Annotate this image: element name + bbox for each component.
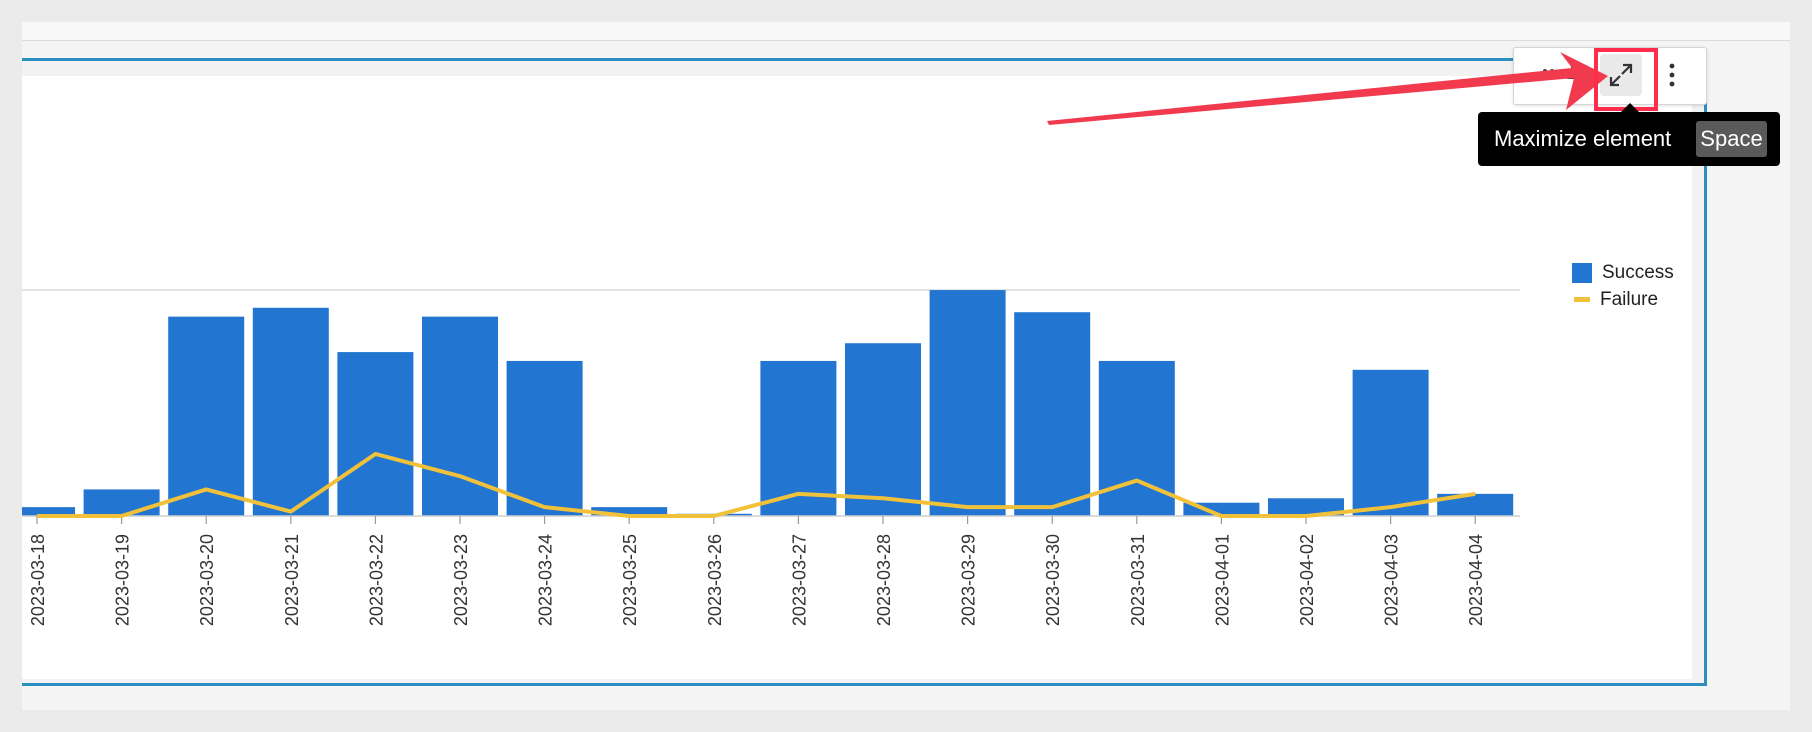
- bar-success[interactable]: [83, 489, 160, 516]
- legend-label-failure: Failure: [1600, 288, 1659, 310]
- x-tick-label: 2023-03-18: [28, 534, 48, 626]
- x-tick-label: 2023-03-22: [366, 534, 386, 626]
- x-tick-label: 2023-04-03: [1382, 534, 1402, 626]
- x-tick-label: 2023-03-30: [1043, 534, 1063, 626]
- bar-success[interactable]: [168, 316, 245, 516]
- x-tick-label: 2023-03-21: [282, 534, 302, 626]
- chart-element[interactable]: 2023-03-18 2023-03-19 2023-03-20 2023-03-21…: [22, 58, 1707, 686]
- legend-swatch-success: [1572, 262, 1592, 283]
- more-options-icon: [1669, 63, 1675, 87]
- line-failure[interactable]: [37, 451, 1476, 518]
- x-tick-label: 2023-04-04: [1466, 534, 1486, 626]
- bar-success[interactable]: [845, 343, 921, 516]
- bar-success[interactable]: [929, 290, 1006, 516]
- legend-label-success: Success: [1602, 261, 1674, 283]
- bar-success[interactable]: [252, 307, 329, 516]
- x-tick-label: 2023-04-02: [1297, 534, 1317, 626]
- bar-line-chart: 2023-03-18 2023-03-19 2023-03-20 2023-03-21…: [22, 289, 1520, 626]
- x-tick-label: 2023-03-23: [451, 534, 471, 626]
- bar-success[interactable]: [1014, 312, 1091, 516]
- legend-item-failure: Failure: [1572, 286, 1674, 313]
- bar-success[interactable]: [1352, 369, 1429, 516]
- x-tick-label: 2023-03-29: [959, 534, 979, 626]
- x-tick-label: 2023-03-19: [113, 534, 133, 626]
- x-tick-label: 2023-03-25: [620, 534, 640, 626]
- tooltip-shortcut-key: Space: [1696, 121, 1767, 157]
- x-tick-label: 2023-03-27: [789, 534, 809, 626]
- x-tick-label: 2023-03-26: [705, 534, 725, 626]
- maximize-tooltip: Maximize element Space: [1478, 103, 1780, 166]
- pin-icon[interactable]: [1554, 54, 1596, 96]
- legend-swatch-failure: [1574, 297, 1590, 302]
- page-header-band: [22, 22, 1790, 41]
- bar-success[interactable]: [506, 360, 583, 516]
- x-tick-label: 2023-03-24: [536, 534, 556, 626]
- x-tick-label: 2023-03-28: [874, 534, 894, 626]
- x-tick-label: 2023-03-31: [1128, 534, 1148, 626]
- chart-legend: Success Failure: [1572, 259, 1674, 313]
- x-tick-label: 2023-04-01: [1212, 534, 1232, 626]
- tooltip-label: Maximize element: [1494, 126, 1672, 151]
- legend-item-success: Success: [1572, 259, 1674, 286]
- x-tick-label: 2023-03-20: [197, 534, 217, 626]
- chart-card: 2023-03-18 2023-03-19 2023-03-20 2023-03-21…: [22, 76, 1692, 679]
- annotation-highlight-box: [1594, 48, 1658, 111]
- bar-success[interactable]: [337, 352, 414, 516]
